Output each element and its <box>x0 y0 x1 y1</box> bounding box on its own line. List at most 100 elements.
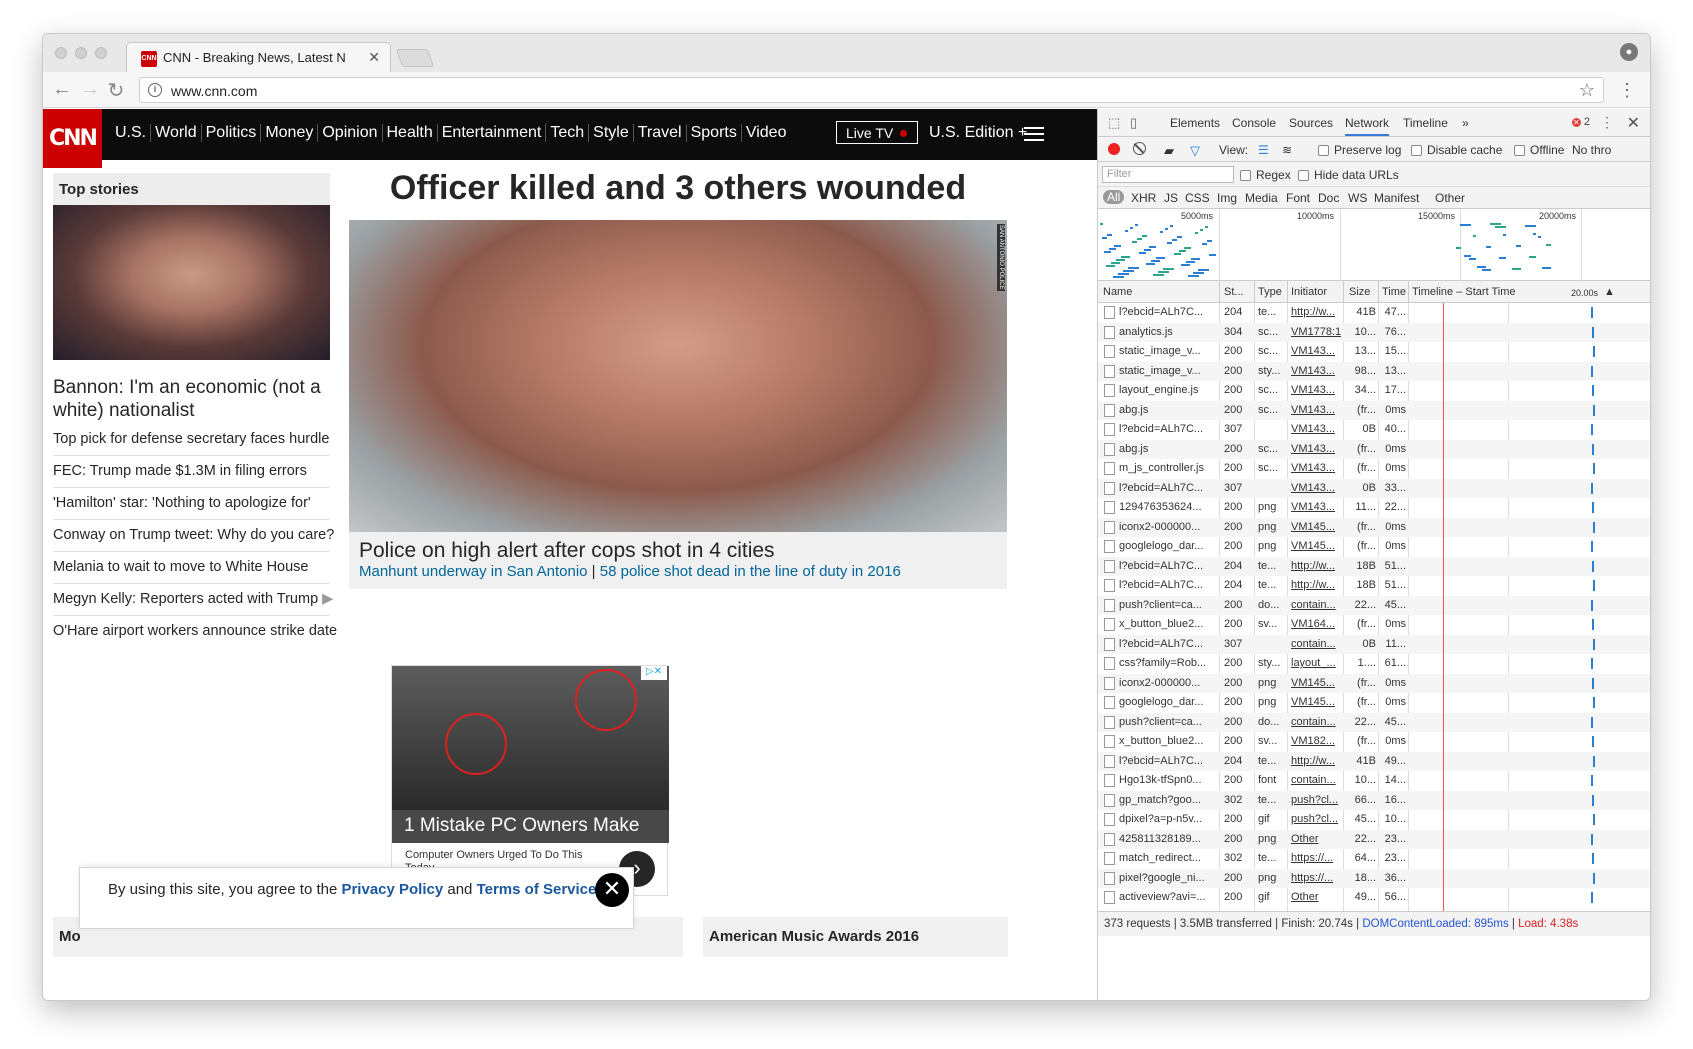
request-initiator[interactable]: VM145... <box>1291 696 1341 708</box>
network-row[interactable]: googlelogo_dar... 200 png VM145... (fr... 0ms <box>1098 693 1650 713</box>
col-status[interactable]: St... <box>1224 286 1244 298</box>
cnn-logo[interactable]: CNN <box>43 109 102 168</box>
regex-checkbox[interactable]: Regex <box>1240 168 1291 182</box>
network-row[interactable]: l?ebcid=ALh7C... 204 te... http://w... 41B 49… <box>1098 751 1650 771</box>
record-icon[interactable] <box>1108 143 1120 155</box>
network-row[interactable]: x_button_blue2... 200 sv... VM164... (fr... 0… <box>1098 615 1650 635</box>
request-initiator[interactable]: VM143... <box>1291 482 1341 494</box>
inspect-element-icon[interactable]: ⬚ <box>1108 115 1120 131</box>
devtools-menu-icon[interactable]: ⋮ <box>1600 114 1614 131</box>
hamburger-menu-icon[interactable] <box>1024 127 1044 141</box>
offline-checkbox[interactable]: Offline <box>1514 143 1564 157</box>
device-toolbar-icon[interactable]: ▯ <box>1130 115 1137 131</box>
network-row[interactable]: l?ebcid=ALh7C... 307 VM143... 0B 40... <box>1098 420 1650 440</box>
nav-tech[interactable]: Tech <box>546 124 590 142</box>
network-row[interactable]: 425811328189... 200 png Other 22... 23... <box>1098 829 1650 849</box>
overview-icon[interactable]: ≋ <box>1282 143 1292 157</box>
request-initiator[interactable]: push?cl... <box>1291 794 1341 806</box>
request-initiator[interactable]: VM145... <box>1291 677 1341 689</box>
request-initiator[interactable]: VM145... <box>1291 540 1341 552</box>
browser-tab[interactable]: CNN CNN - Breaking News, Latest N ✕ <box>126 42 391 72</box>
network-overview[interactable]: 5000ms 10000ms 15000ms 20000ms <box>1098 209 1650 281</box>
nav-money[interactable]: Money <box>261 124 319 142</box>
nav-travel[interactable]: Travel <box>634 124 687 142</box>
request-initiator[interactable]: VM143... <box>1291 384 1341 396</box>
network-row[interactable]: 129476353624... 200 png VM143... 11... 22... <box>1098 498 1650 518</box>
filter-js[interactable]: JS <box>1164 191 1178 205</box>
devtools-close-icon[interactable]: ✕ <box>1627 113 1640 133</box>
network-row[interactable]: match_redirect... 302 te... https://... 64..… <box>1098 849 1650 869</box>
tab-elements[interactable]: Elements <box>1170 116 1220 130</box>
terms-of-service-link[interactable]: Terms of Service <box>477 881 597 898</box>
request-initiator[interactable]: contain... <box>1291 638 1341 650</box>
request-initiator[interactable]: Other <box>1291 891 1341 903</box>
network-row[interactable]: pixel?google_ni... 200 png https://... 18...… <box>1098 868 1650 888</box>
large-rows-icon[interactable]: ☰ <box>1258 143 1269 157</box>
network-row[interactable]: abg.js 200 sc... VM143... (fr... 0ms <box>1098 400 1650 420</box>
request-initiator[interactable]: VM143... <box>1291 404 1341 416</box>
network-row[interactable]: l?ebcid=ALh7C... 204 te... http://w... 18B 51… <box>1098 556 1650 576</box>
network-row[interactable]: l?ebcid=ALh7C... 307 contain... 0B 11... <box>1098 634 1650 654</box>
network-row[interactable]: analytics.js 304 sc... VM1778:1 10... 76... <box>1098 322 1650 342</box>
hide-data-urls-checkbox[interactable]: Hide data URLs <box>1298 168 1399 182</box>
reload-icon[interactable]: ↻ <box>105 78 127 103</box>
edition-selector[interactable]: U.S. Edition + <box>929 124 1027 142</box>
col-name[interactable]: Name <box>1103 286 1132 298</box>
advertisement[interactable]: ▷✕ 1 Mistake PC Owners Make Computer Own… <box>391 665 669 896</box>
network-row[interactable]: layout_engine.js 200 sc... VM143... 34... 17.… <box>1098 381 1650 401</box>
network-row[interactable]: css?family=Rob... 200 sty... layout_... 1...… <box>1098 654 1650 674</box>
network-row[interactable]: gp_match?goo... 302 te... push?cl... 66... 16… <box>1098 790 1650 810</box>
nav-sports[interactable]: Sports <box>687 124 742 142</box>
nav-video[interactable]: Video <box>742 124 791 142</box>
police-shot-link[interactable]: 58 police shot dead in the line of duty … <box>600 563 901 580</box>
zoom-window-button[interactable] <box>95 47 107 59</box>
cookie-close-icon[interactable]: ✕ <box>595 873 629 907</box>
request-initiator[interactable]: VM145... <box>1291 521 1341 533</box>
request-initiator[interactable]: Other <box>1291 833 1341 845</box>
request-initiator[interactable]: VM143... <box>1291 345 1341 357</box>
network-row[interactable]: abg.js 200 sc... VM143... (fr... 0ms <box>1098 439 1650 459</box>
request-initiator[interactable]: VM182... <box>1291 735 1341 747</box>
col-initiator[interactable]: Initiator <box>1291 286 1327 298</box>
forward-icon[interactable]: → <box>79 78 101 101</box>
request-initiator[interactable]: VM1778:1 <box>1291 326 1341 338</box>
request-initiator[interactable]: VM143... <box>1291 462 1341 474</box>
story-link[interactable]: O'Hare airport workers announce strike d… <box>53 616 337 647</box>
request-initiator[interactable]: https://... <box>1291 872 1341 884</box>
filter-other[interactable]: Other <box>1435 191 1465 205</box>
suspect-photo[interactable]: SAN ANTONIO POLICE <box>349 220 1007 532</box>
disable-cache-checkbox[interactable]: Disable cache <box>1411 143 1502 157</box>
request-initiator[interactable]: layout_... <box>1291 657 1341 669</box>
filter-media[interactable]: Media <box>1245 191 1278 205</box>
site-info-icon[interactable]: i <box>148 83 162 97</box>
filter-xhr[interactable]: XHR <box>1131 191 1156 205</box>
minimize-window-button[interactable] <box>75 47 87 59</box>
filter-manifest[interactable]: Manifest <box>1374 191 1419 205</box>
network-row[interactable]: Hgo13k-tfSpn0... 200 font contain... 10... 14… <box>1098 771 1650 791</box>
filter-input[interactable]: Filter <box>1102 166 1234 183</box>
network-row[interactable]: googlelogo_dar... 200 png VM145... (fr... 0ms <box>1098 537 1650 557</box>
request-initiator[interactable]: http://w... <box>1291 560 1341 572</box>
request-initiator[interactable]: contain... <box>1291 716 1341 728</box>
tab-network[interactable]: Network <box>1345 116 1390 136</box>
network-row[interactable]: push?client=ca... 200 do... contain... 22...… <box>1098 595 1650 615</box>
filter-css[interactable]: CSS <box>1185 191 1210 205</box>
network-row[interactable]: l?ebcid=ALh7C... 204 te... http://w... 41B 47… <box>1098 303 1650 323</box>
address-bar[interactable]: i www.cnn.com ☆ <box>139 77 1604 103</box>
new-tab-button[interactable] <box>395 49 435 67</box>
tab-console[interactable]: Console <box>1232 116 1276 130</box>
nav-opinion[interactable]: Opinion <box>318 124 383 142</box>
story-link[interactable]: Top pick for defense secretary faces hur… <box>53 424 330 456</box>
nav-health[interactable]: Health <box>383 124 438 142</box>
manhunt-link[interactable]: Manhunt underway in San Antonio <box>359 563 588 580</box>
preserve-log-checkbox[interactable]: Preserve log <box>1318 143 1401 157</box>
profile-icon[interactable]: ● <box>1620 43 1638 61</box>
story-link[interactable]: Megyn Kelly: Reporters acted with Trump … <box>53 584 333 616</box>
network-row[interactable]: x_button_blue2... 200 sv... VM182... (fr... 0… <box>1098 732 1650 752</box>
request-initiator[interactable]: VM143... <box>1291 423 1341 435</box>
back-icon[interactable]: ← <box>51 78 73 101</box>
network-row[interactable]: l?ebcid=ALh7C... 307 VM143... 0B 33... <box>1098 478 1650 498</box>
network-row[interactable]: l?ebcid=ALh7C... 204 te... http://w... 18B 51… <box>1098 576 1650 596</box>
network-row[interactable]: static_image_v... 200 sc... VM143... 13... 15… <box>1098 342 1650 362</box>
nav-us[interactable]: U.S. <box>111 124 152 142</box>
